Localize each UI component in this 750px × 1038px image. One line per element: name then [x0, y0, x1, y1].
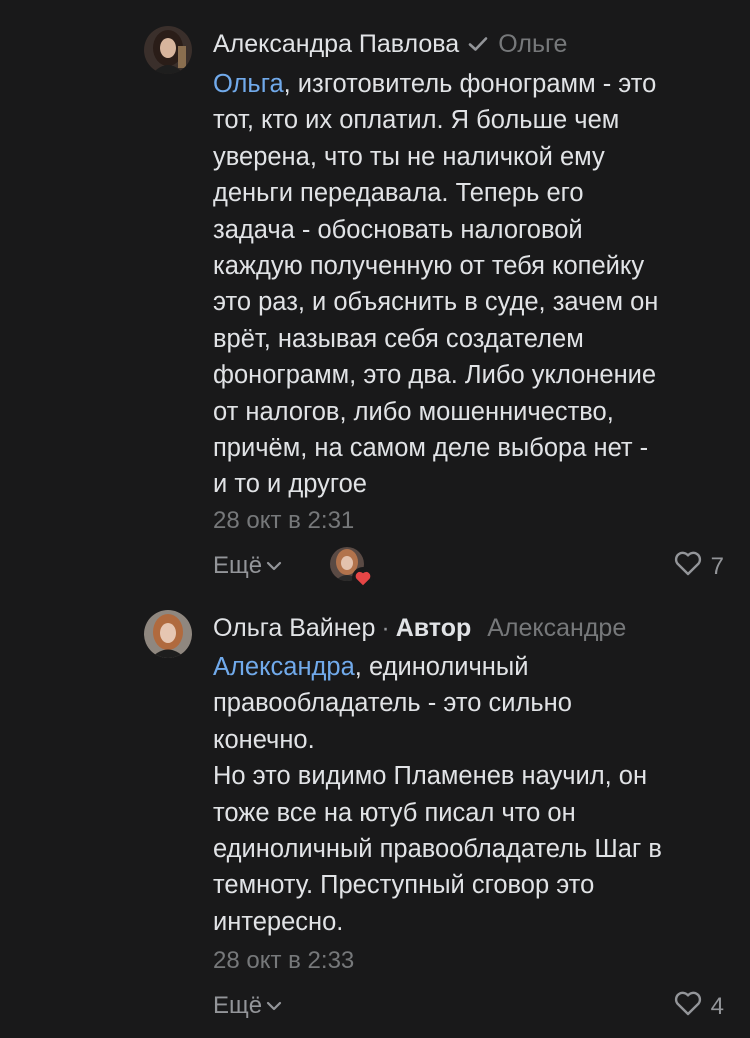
author-liked-indicator[interactable]	[330, 547, 374, 589]
more-label: Ещё	[213, 992, 263, 1019]
chevron-down-icon	[266, 561, 282, 571]
comment-header: Александра Павлова Ольге	[213, 26, 567, 62]
avatar-olga[interactable]	[144, 610, 192, 658]
comment-timestamp[interactable]: 28 окт в 2:33	[213, 947, 354, 975]
comment-timestamp[interactable]: 28 окт в 2:31	[213, 507, 354, 535]
comment-text: Ольга, изготовитель фонограмм - это тот,…	[213, 66, 743, 503]
reply-to-link[interactable]: Александре	[487, 614, 626, 643]
heart-outline-icon	[673, 990, 703, 1023]
chevron-down-icon	[266, 1001, 282, 1011]
author-name[interactable]: Александра Павлова	[213, 30, 459, 59]
like-count: 7	[710, 552, 724, 580]
comment-text: Александра, единоличный правообладатель …	[213, 649, 743, 940]
check-icon	[468, 36, 488, 52]
like-button[interactable]: 7	[673, 550, 724, 583]
more-label: Ещё	[213, 552, 263, 579]
mention-link[interactable]: Ольга	[213, 70, 284, 98]
separator-dot: ·	[381, 613, 390, 642]
like-count: 4	[710, 992, 724, 1020]
like-button[interactable]: 4	[673, 990, 724, 1023]
heart-outline-icon	[673, 550, 703, 583]
more-button[interactable]: Ещё	[213, 992, 282, 1020]
reply-to-link[interactable]: Ольге	[498, 30, 567, 59]
author-name[interactable]: Ольга Вайнер	[213, 614, 375, 643]
heart-filled-icon	[352, 567, 374, 589]
author-badge: Автор	[395, 613, 472, 642]
more-button[interactable]: Ещё	[213, 552, 282, 580]
mention-link[interactable]: Александра	[213, 653, 355, 681]
comment-header: Ольга Вайнер · Автор Александре	[213, 610, 626, 646]
avatar-aleksandra[interactable]	[144, 26, 192, 74]
comment-body: , единоличный правообладатель - это силь…	[213, 653, 662, 936]
comment-body: , изготовитель фонограмм - это тот, кто …	[213, 70, 659, 499]
